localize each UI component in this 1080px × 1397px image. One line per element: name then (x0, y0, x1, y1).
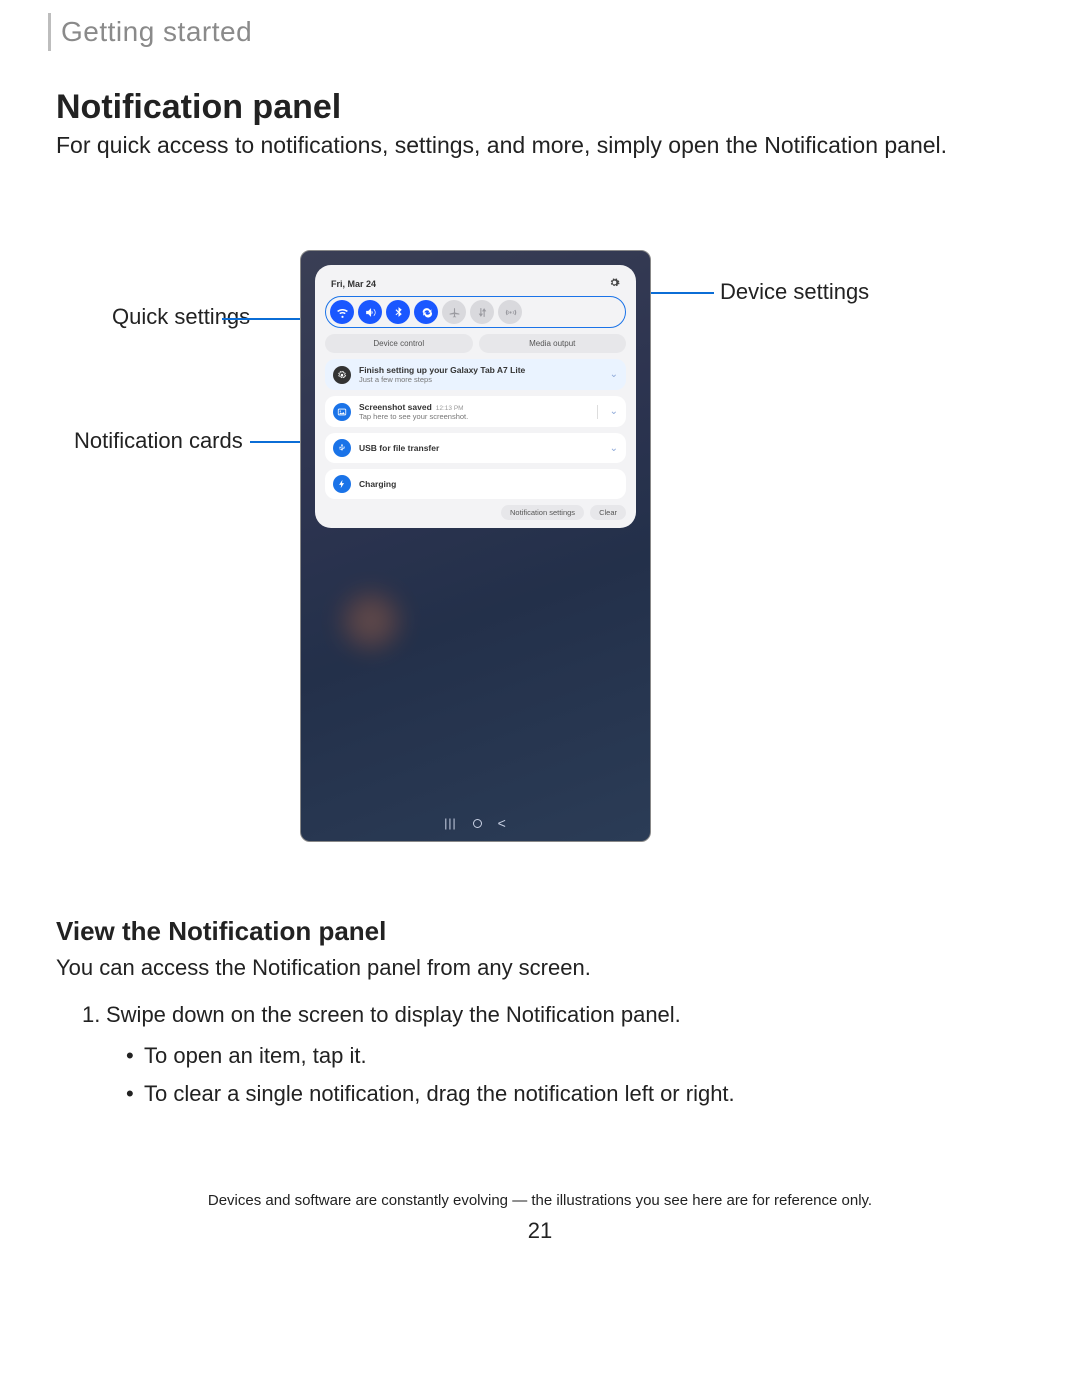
home-icon[interactable] (473, 819, 482, 828)
card-title: Charging (359, 479, 618, 489)
footer-note: Devices and software are constantly evol… (0, 1192, 1080, 1209)
image-icon (333, 403, 351, 421)
panel-date: Fri, Mar 24 (331, 279, 376, 289)
qs-rotate-icon[interactable] (414, 300, 438, 324)
card-title: Screenshot saved12:13 PM (359, 402, 585, 412)
clear-button[interactable]: Clear (590, 505, 626, 520)
callout-quick-settings: Quick settings (112, 304, 250, 330)
notification-settings-button[interactable]: Notification settings (501, 505, 584, 520)
card-title: Finish setting up your Galaxy Tab A7 Lit… (359, 365, 602, 375)
back-icon[interactable]: < (498, 815, 507, 831)
notification-panel: Fri, Mar 24 Device control Media output … (315, 265, 636, 528)
recents-icon[interactable]: ||| (444, 816, 456, 830)
notification-card[interactable]: Screenshot saved12:13 PM Tap here to see… (325, 396, 626, 427)
notification-card[interactable]: Finish setting up your Galaxy Tab A7 Lit… (325, 359, 626, 390)
qs-hotspot-icon[interactable] (498, 300, 522, 324)
card-sub: Tap here to see your screenshot. (359, 412, 585, 421)
media-output-button[interactable]: Media output (479, 334, 627, 353)
chevron-down-icon[interactable]: ⌄ (610, 406, 618, 417)
quick-settings-row (325, 296, 626, 328)
device-screenshot: Fri, Mar 24 Device control Media output … (300, 250, 651, 842)
android-navbar: ||| < (301, 815, 650, 831)
page-heading: Notification panel (56, 88, 341, 127)
divider (597, 405, 598, 419)
gear-icon (333, 366, 351, 384)
bullet-text: To open an item, tap it. (144, 1043, 367, 1068)
usb-icon (333, 439, 351, 457)
gear-icon[interactable] (609, 277, 620, 290)
step-text: Swipe down on the screen to display the … (106, 1002, 681, 1027)
page-number: 21 (0, 1218, 1080, 1244)
header-rule (48, 13, 51, 51)
card-sub: Just a few more steps (359, 375, 602, 384)
notification-card[interactable]: Charging (325, 469, 626, 499)
qs-data-icon[interactable] (470, 300, 494, 324)
callout-notification-cards: Notification cards (74, 428, 243, 454)
qs-bluetooth-icon[interactable] (386, 300, 410, 324)
card-title: USB for file transfer (359, 443, 602, 453)
qs-sound-icon[interactable] (358, 300, 382, 324)
chevron-down-icon[interactable]: ⌄ (610, 443, 618, 454)
section-label: Getting started (61, 16, 252, 48)
qs-wifi-icon[interactable] (330, 300, 354, 324)
paragraph: You can access the Notification panel fr… (56, 952, 591, 984)
qs-airplane-icon[interactable] (442, 300, 466, 324)
bolt-icon (333, 475, 351, 493)
intro-paragraph: For quick access to notifications, setti… (56, 130, 1024, 161)
device-control-button[interactable]: Device control (325, 334, 473, 353)
chevron-down-icon[interactable]: ⌄ (610, 369, 618, 380)
steps-list: 1.Swipe down on the screen to display th… (82, 996, 735, 1112)
section-header: Getting started (48, 12, 252, 52)
notification-card[interactable]: USB for file transfer ⌄ (325, 433, 626, 463)
callout-device-settings: Device settings (720, 279, 869, 305)
subheading: View the Notification panel (56, 916, 386, 947)
bullet-text: To clear a single notification, drag the… (144, 1081, 735, 1106)
